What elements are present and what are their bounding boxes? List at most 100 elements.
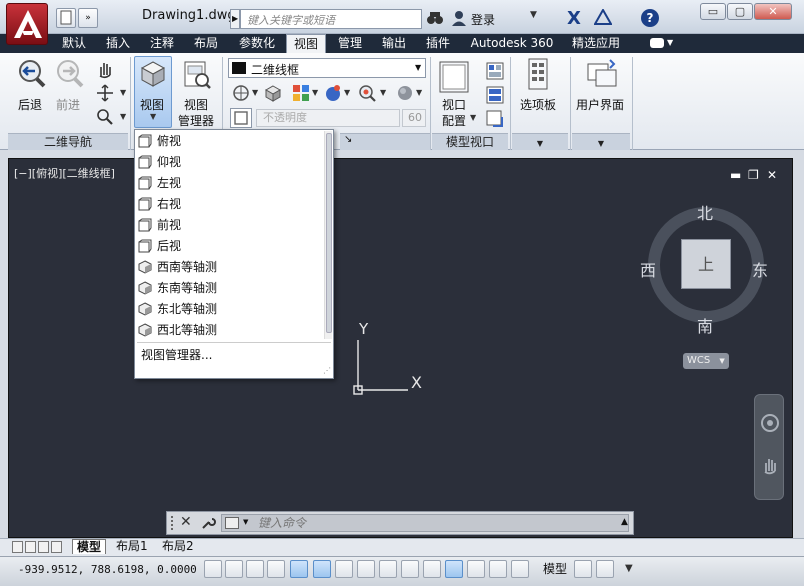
- annotation-monitor-icon[interactable]: [511, 560, 529, 578]
- grid-display-icon[interactable]: [246, 560, 264, 578]
- dynamic-input-icon[interactable]: [401, 560, 419, 578]
- resize-grip-icon[interactable]: ⋰: [323, 366, 331, 375]
- opacity-value[interactable]: 60: [402, 109, 426, 127]
- help-icon[interactable]: ?: [641, 9, 659, 27]
- close-button[interactable]: ✕: [754, 3, 792, 20]
- tool-palettes-label[interactable]: 选项板: [520, 96, 556, 113]
- ribbon-options-arrow-icon[interactable]: ▼: [667, 38, 673, 47]
- xray-icon[interactable]: [230, 108, 252, 128]
- environment-dropdown-icon[interactable]: ▼: [416, 88, 422, 97]
- view-manager-icon[interactable]: [182, 60, 212, 93]
- wrench-icon[interactable]: [200, 515, 216, 534]
- viewport-config-icon[interactable]: [438, 60, 470, 97]
- opacity-slider[interactable]: 不透明度: [256, 109, 400, 127]
- tab-view[interactable]: 视图: [286, 34, 326, 53]
- wcs-menu[interactable]: WCS ▼: [683, 353, 729, 369]
- 3d-object-snap-icon[interactable]: [335, 560, 353, 578]
- coordinate-readout[interactable]: -939.9512, 788.6198, 0.0000: [18, 563, 197, 576]
- viewcube-top-face[interactable]: 上: [681, 239, 731, 289]
- render-preview-icon[interactable]: [356, 82, 378, 102]
- maximize-button[interactable]: ▢: [727, 3, 753, 20]
- quick-view-drawings-icon[interactable]: [596, 560, 614, 578]
- view-menu-item-back[interactable]: 后视: [135, 236, 323, 257]
- viewport-controls-label[interactable]: [−][俯视][二维线框]: [14, 165, 115, 181]
- view-menu-item-se-iso[interactable]: 东南等轴测: [135, 278, 323, 299]
- next-tab-button[interactable]: [38, 541, 49, 553]
- ribbon-minimize-icon[interactable]: [650, 38, 664, 48]
- ortho-mode-icon[interactable]: [267, 560, 285, 578]
- view-menu-item-front[interactable]: 前视: [135, 215, 323, 236]
- tab-output[interactable]: 输出: [376, 34, 412, 53]
- compass-north[interactable]: 北: [697, 200, 713, 224]
- polar-tracking-icon[interactable]: [290, 560, 308, 578]
- allow-ucs-icon[interactable]: [379, 560, 397, 578]
- render-dropdown-icon[interactable]: ▼: [380, 88, 386, 97]
- grip-handle-icon[interactable]: [171, 516, 174, 530]
- compass-south[interactable]: 南: [697, 313, 713, 337]
- orbit-icon[interactable]: [94, 82, 116, 102]
- view-menu-item-nw-iso[interactable]: 西北等轴测: [135, 320, 323, 341]
- view-menu-item-top[interactable]: 俯视: [135, 131, 323, 152]
- named-viewports-icon[interactable]: [484, 60, 506, 80]
- infer-constraints-icon[interactable]: [204, 560, 222, 578]
- login-link[interactable]: 登录: [471, 11, 495, 28]
- menu-scrollbar-thumb[interactable]: [326, 133, 332, 333]
- lighting-icon[interactable]: [290, 82, 312, 102]
- viewport-close-icon[interactable]: ✕: [767, 168, 777, 182]
- restore-viewports-icon[interactable]: [484, 108, 506, 128]
- minimize-button[interactable]: ▭: [700, 3, 726, 20]
- tool-palettes-icon[interactable]: [526, 58, 552, 93]
- viewport-config-label[interactable]: 视口: [442, 96, 466, 113]
- quick-view-layouts-icon[interactable]: [574, 560, 592, 578]
- view-manager-menu-item[interactable]: 视图管理器...: [135, 345, 323, 366]
- command-input[interactable]: 键入命令: [221, 514, 629, 532]
- view-menu-item-sw-iso[interactable]: 西南等轴测: [135, 257, 323, 278]
- zoom-extents-icon[interactable]: [94, 106, 116, 126]
- first-tab-button[interactable]: [12, 541, 23, 553]
- layout-tab-model[interactable]: 模型: [72, 539, 107, 554]
- login-dropdown-icon[interactable]: ▼: [530, 10, 537, 20]
- command-prompt-icon[interactable]: [225, 517, 239, 529]
- viewport-minimize-icon[interactable]: ▬: [730, 168, 741, 182]
- view-menu-item-ne-iso[interactable]: 东北等轴测: [135, 299, 323, 320]
- quick-access-more-button[interactable]: »: [78, 8, 98, 28]
- tab-default[interactable]: 默认: [56, 34, 92, 53]
- view-menu-item-bottom[interactable]: 仰视: [135, 152, 323, 173]
- new-file-button[interactable]: [56, 8, 76, 28]
- steering-wheel-icon[interactable]: [760, 413, 780, 436]
- layout-tab-layout2[interactable]: 布局2: [158, 539, 198, 554]
- tab-parametric[interactable]: 参数化: [232, 34, 282, 53]
- snap-mode-icon[interactable]: [225, 560, 243, 578]
- tab-layout[interactable]: 布局: [188, 34, 224, 53]
- model-space-button[interactable]: 模型: [543, 560, 567, 577]
- last-tab-button[interactable]: [51, 541, 62, 553]
- search-input[interactable]: 键入关键字或短语: [240, 9, 422, 29]
- materials-icon[interactable]: [322, 82, 344, 102]
- viewport-config-dropdown-icon[interactable]: ▼: [470, 113, 476, 122]
- object-snap-tracking-icon[interactable]: [357, 560, 375, 578]
- materials-dropdown-icon[interactable]: ▼: [344, 88, 350, 97]
- layout-tab-layout1[interactable]: 布局1: [112, 539, 152, 554]
- compass-east[interactable]: 东: [752, 257, 768, 281]
- tab-autodesk-360[interactable]: Autodesk 360: [464, 34, 560, 53]
- history-expand-icon[interactable]: ▲: [621, 517, 628, 527]
- chevron-down-icon[interactable]: ▼: [243, 518, 248, 526]
- prev-tab-button[interactable]: [25, 541, 36, 553]
- view-menu-item-left[interactable]: 左视: [135, 173, 323, 194]
- panel-dialog-launcher-icon[interactable]: ↘: [344, 134, 352, 145]
- join-viewports-icon[interactable]: [484, 84, 506, 104]
- binoculars-icon[interactable]: [426, 10, 444, 29]
- object-snap-icon[interactable]: [313, 560, 331, 578]
- exchange-apps-icon[interactable]: X: [567, 8, 581, 29]
- view-menu-item-right[interactable]: 右视: [135, 194, 323, 215]
- lighting-dropdown-icon[interactable]: ▼: [312, 88, 318, 97]
- tab-plugins[interactable]: 插件: [420, 34, 456, 53]
- compass-west[interactable]: 西: [640, 257, 656, 281]
- tab-annotate[interactable]: 注释: [144, 34, 180, 53]
- user-interface-icon[interactable]: [586, 58, 618, 93]
- edge-effects-icon[interactable]: [230, 82, 252, 102]
- view-manager-label-2[interactable]: 管理器: [178, 112, 214, 129]
- transparency-icon[interactable]: [445, 560, 463, 578]
- autodesk-a360-icon[interactable]: [593, 7, 613, 28]
- viewport-restore-icon[interactable]: ❐: [748, 168, 759, 182]
